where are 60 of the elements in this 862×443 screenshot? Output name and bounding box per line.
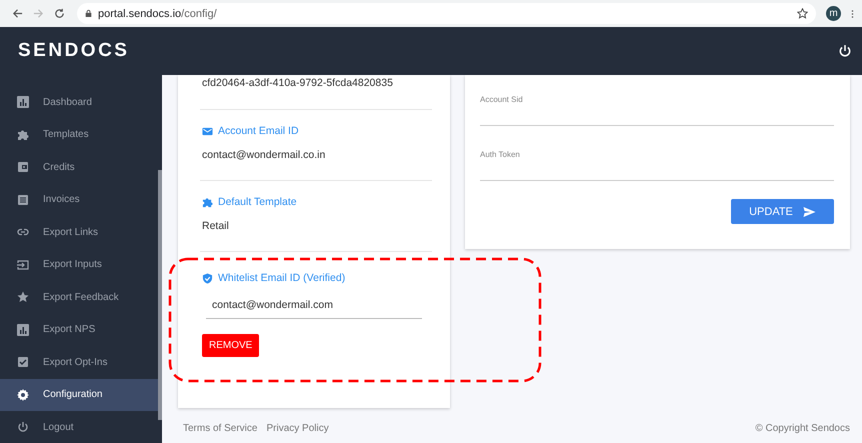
section-label: Account Email ID [218, 125, 299, 137]
menu-icon[interactable] [851, 8, 854, 18]
sidebar-label: Export Opt-Ins [43, 356, 108, 368]
sidebar-label: Templates [43, 129, 89, 140]
logo: SENDOCS [18, 40, 130, 62]
sidebar-label: Export Feedback [43, 292, 119, 303]
url-text: portal.sendocs.io/config/ [98, 8, 218, 20]
sidebar-item[interactable]: Export Feedback [0, 281, 162, 314]
lock-icon [85, 9, 92, 18]
chart-icon [17, 324, 29, 336]
shield-check-icon [202, 272, 213, 284]
sidebar-label: Logout [43, 422, 74, 433]
star-icon [17, 291, 29, 304]
sidebar-item[interactable]: Logout [0, 411, 162, 443]
sidebar-label: Dashboard [43, 96, 92, 108]
power-icon [17, 421, 29, 434]
mail-icon [202, 126, 213, 136]
sidebar-label: Export NPS [43, 324, 96, 336]
update-button[interactable]: UPDATE [731, 199, 834, 224]
reload-icon[interactable] [54, 8, 65, 19]
bookmark-star-icon[interactable] [797, 8, 808, 19]
sidebar-label: Configuration [43, 389, 102, 400]
input-icon [17, 258, 29, 271]
power-icon[interactable] [838, 44, 852, 58]
back-icon[interactable] [12, 8, 23, 19]
section-label: Whitelist Email ID (Verified) [218, 272, 346, 284]
scrollbar[interactable] [158, 170, 162, 420]
send-icon [802, 206, 816, 216]
sidebar-item[interactable]: Export Links [0, 216, 162, 248]
sidebar-item[interactable]: Export NPS [0, 314, 162, 346]
sidebar-label: Credits [43, 162, 75, 173]
puzzle-icon [17, 128, 29, 141]
email-field[interactable]: contact@wondermail.com [206, 290, 422, 319]
sidebar-item[interactable]: Export Inputs [0, 248, 162, 281]
remove-button[interactable]: REMOVE [202, 334, 260, 357]
settings-icon [17, 388, 29, 401]
copyright-text: © Copyright Sendocs [755, 422, 850, 434]
sidebar-label: Export Inputs [43, 259, 102, 270]
document-icon [17, 194, 29, 206]
account-id: cfd20464-a3df-410a-9792-5fcda4820835 [202, 77, 394, 89]
sidebar-item[interactable]: Templates [0, 118, 162, 151]
footer-link[interactable]: Terms of Service [183, 422, 258, 434]
wallet-icon [17, 161, 29, 174]
sidebar-label: Invoices [43, 194, 80, 206]
text-field[interactable]: Auth Token [480, 138, 834, 181]
sidebar-item[interactable]: Invoices [0, 184, 162, 216]
puzzle-icon [202, 196, 213, 208]
sidebar-label: Export Links [43, 226, 98, 238]
sidebar-item[interactable]: Dashboard [0, 86, 162, 118]
sidebar-item[interactable]: Credits [0, 151, 162, 184]
checkbox-icon [17, 356, 29, 368]
address-bar[interactable]: portal.sendocs.io/config/ [77, 3, 816, 24]
text-field[interactable]: Account Sid [480, 83, 834, 126]
footer-link[interactable]: Privacy Policy [266, 422, 329, 434]
section-value: Retail [202, 220, 230, 232]
profile-avatar[interactable]: m [826, 6, 841, 21]
sidebar-item[interactable]: Export Opt-Ins [0, 346, 162, 378]
section-label: Default Template [218, 196, 297, 208]
chart-icon [17, 96, 29, 108]
section-value: contact@wondermail.co.in [202, 149, 326, 161]
